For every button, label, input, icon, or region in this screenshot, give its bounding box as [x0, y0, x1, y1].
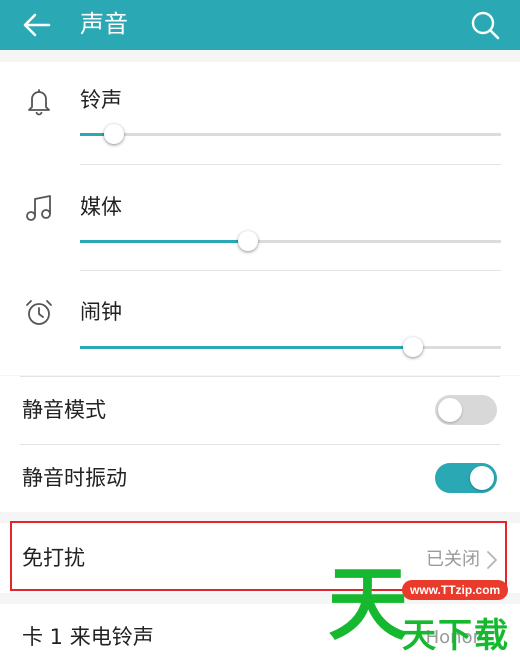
slider-fill: [80, 346, 413, 349]
volume-card: [0, 62, 520, 375]
slider-thumb[interactable]: [238, 231, 258, 251]
ttzip-watermark: 天 www.TTzip.com 天下载: [328, 560, 520, 664]
vibrate-when-silent-row[interactable]: 静音时振动: [0, 444, 520, 512]
silent-mode-label: 静音模式: [22, 398, 106, 422]
divider: [80, 270, 501, 271]
media-volume-slider[interactable]: [80, 231, 501, 251]
vibrate-when-silent-switch[interactable]: [435, 463, 497, 493]
volume-label-media: 媒体: [80, 195, 122, 219]
search-icon[interactable]: [470, 10, 500, 40]
silent-mode-switch[interactable]: [435, 395, 497, 425]
slider-track: [80, 133, 501, 136]
switch-knob: [438, 398, 462, 422]
switch-knob: [470, 466, 494, 490]
page-title: 声音: [80, 10, 128, 38]
bell-icon: [28, 89, 50, 116]
volume-label-ringtone: 铃声: [80, 88, 122, 112]
volume-label-alarm: 闹钟: [80, 300, 122, 324]
ringtone-volume-slider[interactable]: [80, 124, 501, 144]
sim1-ringtone-label: 卡 1 来电铃声: [22, 625, 154, 649]
alarm-volume-slider[interactable]: [80, 337, 501, 357]
arrow-left-icon[interactable]: [22, 11, 52, 39]
watermark-glyph: 天: [328, 558, 408, 651]
music-note-icon: [26, 195, 51, 221]
divider: [80, 164, 501, 165]
app-bar: 声音: [0, 0, 520, 50]
vibrate-when-silent-label: 静音时振动: [22, 466, 127, 490]
slider-thumb[interactable]: [403, 337, 423, 357]
slider-thumb[interactable]: [104, 124, 124, 144]
silent-mode-row[interactable]: 静音模式: [0, 376, 520, 444]
alarm-clock-icon: [26, 300, 52, 325]
watermark-url: www.TTzip.com: [402, 580, 509, 600]
watermark-text: 天下载: [402, 616, 510, 656]
slider-fill: [80, 240, 248, 243]
